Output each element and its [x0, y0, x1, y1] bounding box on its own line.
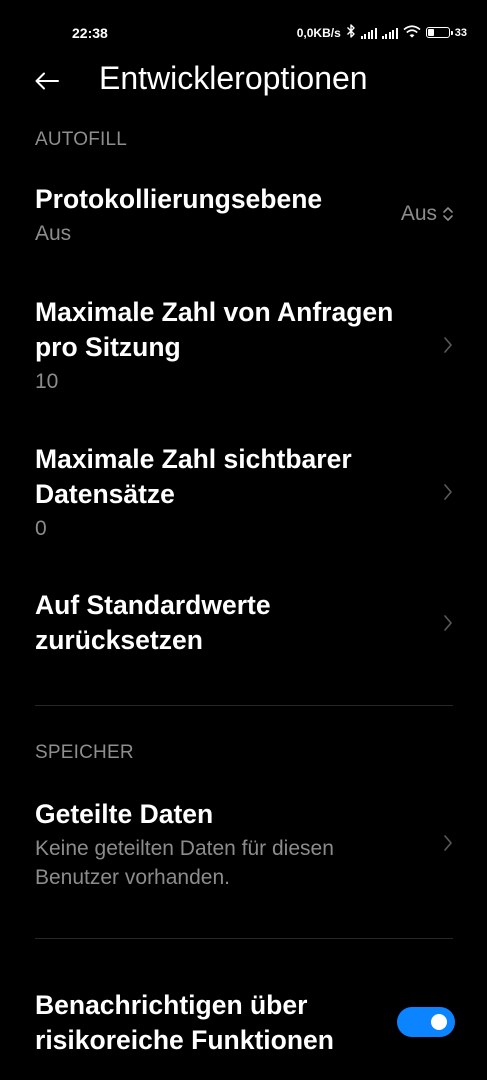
- battery-fill: [427, 29, 434, 36]
- setting-title-line2: Datensätze: [35, 479, 175, 509]
- setting-description-line2: Benutzer vorhanden.: [35, 866, 230, 889]
- setting-title: Geteilte Daten: [35, 799, 214, 829]
- setting-risky-features[interactable]: Benachrichtigen über risikoreiche Funkti…: [35, 988, 455, 1058]
- status-time: 22:38: [72, 25, 108, 41]
- app-header: Entwickleroptionen: [0, 56, 487, 106]
- setting-shared-data[interactable]: Geteilte Daten Keine geteilten Daten für…: [35, 797, 455, 892]
- chevron-right-icon: [444, 835, 452, 851]
- section-header-autofill: AUTOFILL: [35, 129, 128, 150]
- signal-icon: [360, 27, 377, 39]
- battery-icon: [425, 27, 453, 38]
- wifi-icon: [403, 24, 421, 41]
- section-divider: [35, 705, 453, 706]
- setting-reset-defaults[interactable]: Auf Standardwerte zurücksetzen: [35, 588, 455, 658]
- setting-title-line1: Benachrichtigen über: [35, 990, 308, 1020]
- signal-icon-2: [381, 27, 398, 39]
- status-bar: 22:38 0,0KB/s 33: [0, 0, 487, 64]
- page-title: Entwickleroptionen: [99, 60, 368, 96]
- setting-max-datasets[interactable]: Maximale Zahl sichtbarer Datensätze 0: [35, 442, 455, 543]
- setting-title-line1: Auf Standardwerte: [35, 590, 271, 620]
- setting-title-line2: pro Sitzung: [35, 332, 181, 362]
- log-level-dropdown[interactable]: Aus: [401, 202, 455, 226]
- risky-features-toggle[interactable]: [397, 1007, 455, 1037]
- setting-title-line2: zurücksetzen: [35, 625, 203, 655]
- bluetooth-icon: [346, 24, 356, 41]
- setting-title-line1: Maximale Zahl von Anfragen: [35, 297, 394, 327]
- setting-title-line1: Maximale Zahl sichtbarer: [35, 444, 352, 474]
- back-arrow-icon: [35, 72, 59, 90]
- setting-value: Aus: [35, 222, 72, 245]
- setting-value: 10: [35, 370, 59, 393]
- updown-chevron-icon: [443, 207, 453, 221]
- chevron-right-icon: [444, 484, 452, 500]
- setting-value: 0: [35, 517, 47, 540]
- status-icons: 0,0KB/s 33: [297, 24, 467, 41]
- back-button[interactable]: [34, 69, 62, 93]
- section-divider: [35, 938, 453, 939]
- chevron-right-icon: [444, 615, 452, 631]
- setting-max-requests[interactable]: Maximale Zahl von Anfragen pro Sitzung 1…: [35, 295, 455, 396]
- network-speed: 0,0KB/s: [296, 25, 341, 40]
- setting-description-line1: Keine geteilten Daten für diesen: [35, 837, 334, 860]
- chevron-right-icon: [444, 337, 452, 353]
- section-header-storage: SPEICHER: [35, 742, 134, 763]
- setting-log-level[interactable]: Protokollierungsebene Aus Aus: [35, 182, 455, 248]
- toggle-knob: [431, 1014, 447, 1030]
- setting-title-line2: risikoreiche Funktionen: [35, 1025, 334, 1055]
- setting-title: Protokollierungsebene: [35, 184, 323, 214]
- dropdown-value: Aus: [400, 202, 437, 225]
- battery-percent: 33: [454, 26, 467, 39]
